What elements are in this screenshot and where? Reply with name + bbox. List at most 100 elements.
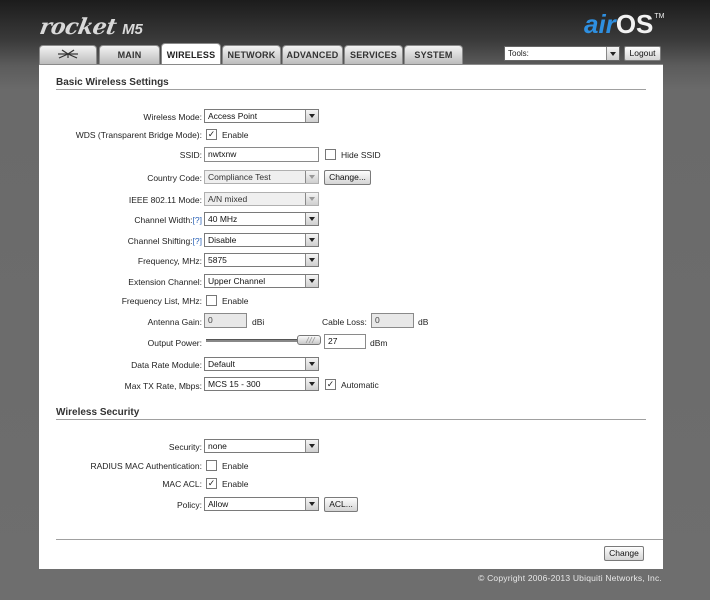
extension-channel-label: Extension Channel: [128, 277, 202, 287]
policy-select[interactable]: Allow [204, 497, 319, 511]
hide-ssid-label: Hide SSID [341, 150, 381, 160]
data-rate-module-select[interactable]: Default [204, 357, 319, 371]
tab-system[interactable]: SYSTEM [404, 45, 463, 64]
output-power-input[interactable]: 27 [324, 334, 366, 349]
mac-acl-checkbox[interactable]: ✓ [206, 478, 217, 489]
wireless-security-title: Wireless Security [56, 407, 140, 418]
channel-width-help-link[interactable]: [?] [193, 215, 202, 225]
antenna-gain-label: Antenna Gain: [147, 317, 202, 327]
frequency-list-label: Frequency List, MHz: [121, 296, 202, 306]
chevron-down-icon [305, 234, 318, 246]
data-rate-module-label: Data Rate Module: [131, 360, 202, 370]
automatic-label: Automatic [341, 380, 379, 390]
mac-acl-label: MAC ACL: [162, 479, 202, 489]
change-button[interactable]: Change [604, 546, 644, 561]
data-rate-module-value: Default [208, 359, 235, 369]
product-model: M5 [122, 21, 143, 38]
tab-wireless[interactable]: WIRELESS [161, 43, 221, 64]
frequency-list-enable-label: Enable [222, 296, 249, 306]
acl-button[interactable]: ACL... [324, 497, 358, 512]
ieee-mode-label: IEEE 802.11 Mode: [128, 195, 202, 205]
settings-panel: Basic Wireless Settings Wireless Mode: A… [39, 64, 663, 569]
chevron-down-icon [305, 213, 318, 225]
radius-mac-label: RADIUS MAC Authentication: [90, 461, 203, 471]
channel-shifting-text: Channel Shifting: [127, 236, 193, 246]
security-value: none [208, 441, 227, 451]
section-divider [56, 419, 646, 420]
chevron-down-icon [305, 275, 318, 287]
section-divider [56, 89, 646, 90]
channel-width-text: Channel Width: [134, 215, 193, 225]
channel-width-select[interactable]: 40 MHz [204, 212, 319, 226]
extension-channel-select[interactable]: Upper Channel [204, 274, 319, 288]
channel-shifting-select[interactable]: Disable [204, 233, 319, 247]
channel-shifting-value: Disable [208, 235, 237, 245]
chevron-down-icon [305, 171, 318, 183]
output-power-unit: dBm [370, 338, 388, 348]
airos-logo-os: OS [615, 9, 654, 39]
tools-select-value: Tools: [508, 49, 529, 58]
airos-logo-tm: TM [654, 13, 665, 20]
channel-shifting-help-link[interactable]: [?] [193, 236, 202, 246]
frequency-label: Frequency, MHz: [137, 256, 202, 266]
ubiquiti-logo-icon [57, 48, 79, 62]
airos-logo-air: air [584, 9, 616, 39]
channel-width-value: 40 MHz [208, 214, 238, 224]
mac-acl-enable-label: Enable [222, 479, 249, 489]
output-power-slider-handle[interactable] [297, 335, 321, 345]
ssid-input[interactable]: nwtxnw [204, 147, 319, 162]
cable-loss-label: Cable Loss: [322, 317, 367, 327]
wds-enable-label: Enable [222, 130, 249, 140]
channel-shifting-label: Channel Shifting:[?] [128, 236, 202, 246]
product-logo: rocket M5 [37, 14, 143, 40]
tab-network[interactable]: NETWORK [222, 45, 281, 64]
wds-label: WDS (Transparent Bridge Mode): [75, 130, 202, 140]
output-power-label: Output Power: [147, 338, 202, 348]
chevron-down-icon [305, 378, 318, 390]
radius-mac-enable-label: Enable [222, 461, 249, 471]
cable-loss-unit: dB [418, 317, 429, 327]
logout-button[interactable]: Logout [624, 46, 661, 61]
extension-channel-value: Upper Channel [208, 276, 266, 286]
frequency-select[interactable]: 5875 [204, 253, 319, 267]
wireless-mode-label: Wireless Mode: [143, 112, 202, 122]
airos-logo: air OS TM [584, 8, 665, 40]
channel-width-label: Channel Width:[?] [134, 215, 202, 225]
wireless-mode-value: Access Point [208, 111, 258, 121]
tab-logo[interactable] [39, 45, 97, 64]
ssid-label: SSID: [179, 150, 202, 160]
tab-services[interactable]: SERVICES [344, 45, 403, 64]
wireless-mode-select[interactable]: Access Point [204, 109, 319, 123]
antenna-gain-unit: dBi [252, 317, 265, 327]
security-label: Security: [168, 442, 202, 452]
country-code-label: Country Code: [147, 173, 202, 183]
frequency-value: 5875 [208, 255, 227, 265]
tab-main[interactable]: MAIN [99, 45, 160, 64]
chevron-down-icon [305, 440, 318, 452]
policy-label: Policy: [176, 500, 202, 510]
tab-advanced[interactable]: ADVANCED [282, 45, 343, 64]
security-select[interactable]: none [204, 439, 319, 453]
hide-ssid-checkbox[interactable] [325, 149, 336, 160]
tools-select[interactable]: Tools: [504, 46, 620, 61]
cable-loss-input: 0 [371, 313, 414, 328]
chevron-down-icon [305, 193, 318, 205]
chevron-down-icon [305, 358, 318, 370]
country-code-value: Compliance Test [208, 172, 271, 182]
chevron-down-icon [305, 498, 318, 510]
country-change-button[interactable]: Change... [324, 170, 371, 185]
chevron-down-icon [305, 110, 318, 122]
max-tx-rate-label: Max TX Rate, Mbps: [124, 381, 202, 391]
policy-value: Allow [208, 499, 229, 509]
automatic-checkbox[interactable]: ✓ [325, 379, 336, 390]
frequency-list-checkbox[interactable] [206, 295, 217, 306]
wds-checkbox[interactable]: ✓ [206, 129, 217, 140]
chevron-down-icon [606, 47, 619, 60]
max-tx-rate-select[interactable]: MCS 15 - 300 [204, 377, 319, 391]
copyright-text: © Copyright 2006-2013 Ubiquiti Networks,… [478, 573, 662, 583]
radius-mac-checkbox[interactable] [206, 460, 217, 471]
product-name: rocket [37, 14, 119, 40]
ieee-mode-value: A/N mixed [208, 194, 248, 204]
chevron-down-icon [305, 254, 318, 266]
antenna-gain-input: 0 [204, 313, 247, 328]
